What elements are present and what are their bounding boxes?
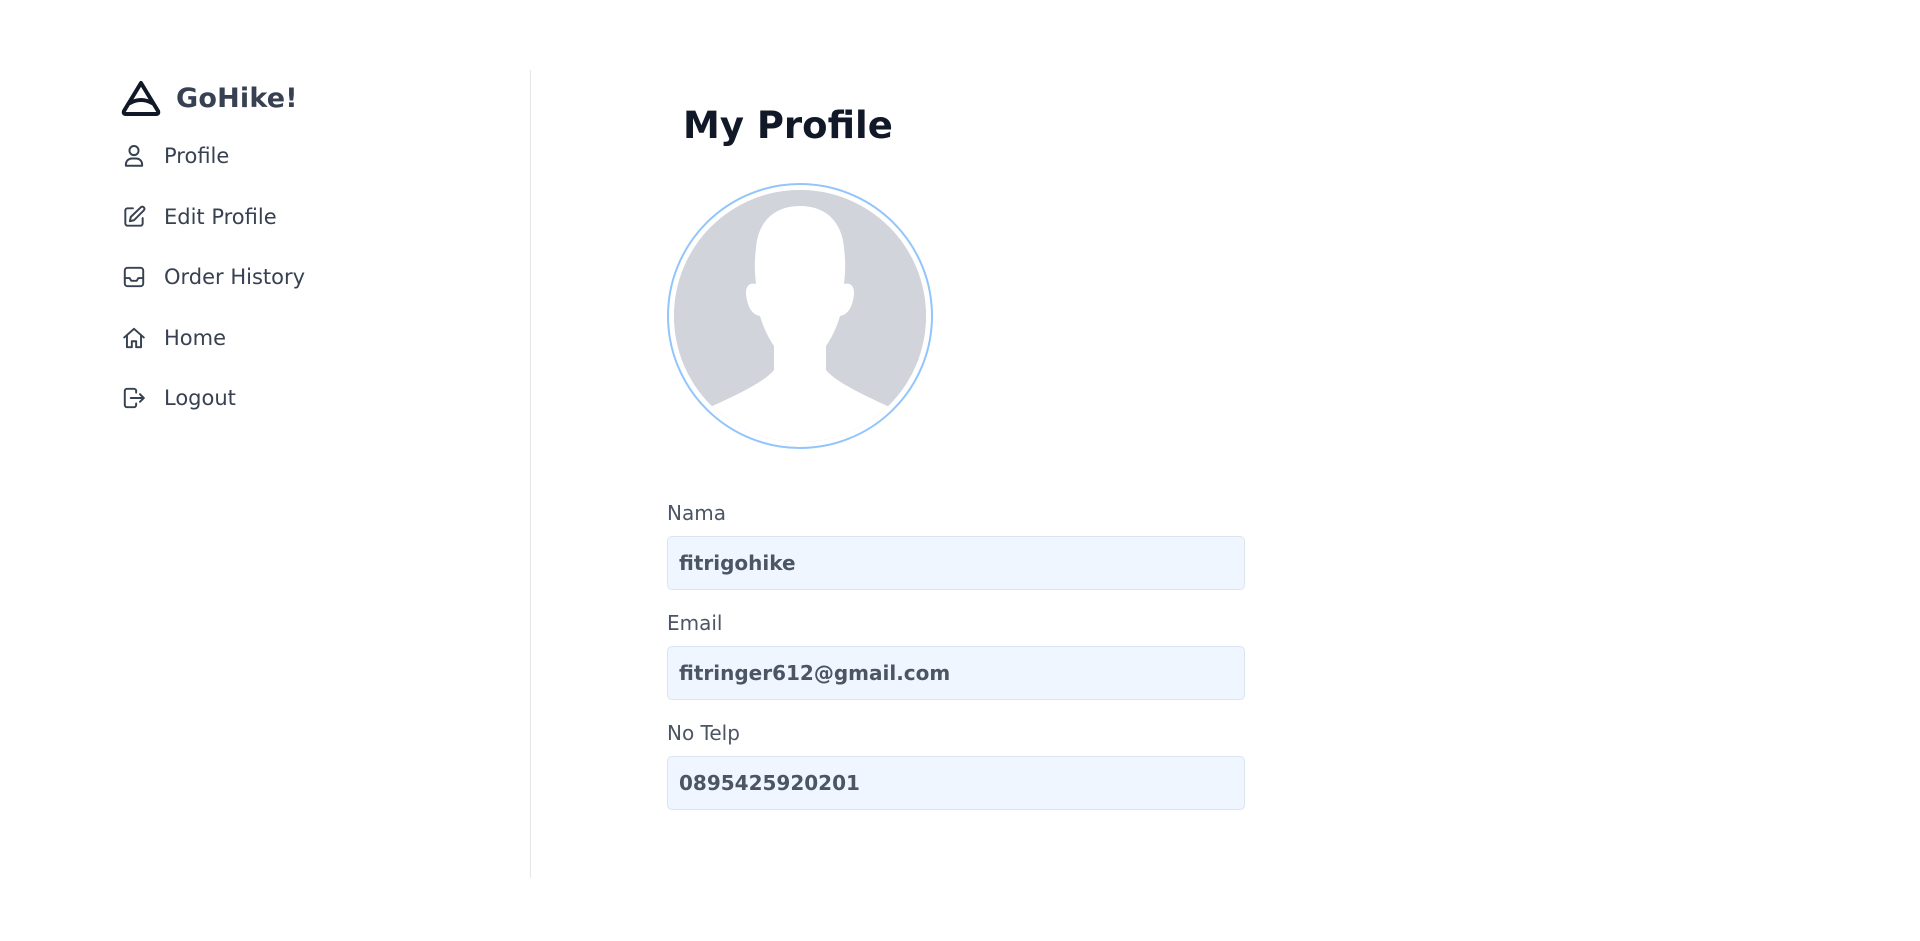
nama-label: Nama [667,501,726,525]
sidebar-item-home[interactable]: Home [120,318,520,358]
brand[interactable]: GoHike! [120,70,520,126]
sidebar-item-logout[interactable]: Logout [120,378,520,418]
inbox-icon [120,263,148,291]
no-telp-label: No Telp [667,721,740,745]
field-no-telp: No Telp [667,720,1247,810]
email-label: Email [667,611,723,635]
profile-page: GoHike! Profile Edit Profile Order Histo… [0,0,1920,941]
phone-field[interactable] [667,756,1245,810]
sidebar-item-label: Profile [164,144,230,168]
sidebar-item-order-history[interactable]: Order History [120,257,520,297]
sidebar-item-label: Order History [164,265,306,289]
sidebar-item-profile[interactable]: Profile [120,136,520,176]
sidebar-item-label: Edit Profile [164,204,277,229]
sidebar-item-label: Home [164,325,227,350]
sidebar-item-label: Logout [164,386,236,410]
field-nama: Nama [667,500,1247,590]
brand-name: GoHike! [176,82,298,114]
sidebar-item-edit-profile[interactable]: Edit Profile [120,197,520,237]
sidebar: GoHike! Profile Edit Profile Order Histo… [120,70,520,439]
vertical-divider [530,70,531,878]
page-title: My Profile [683,104,893,147]
user-icon [120,142,148,170]
field-email: Email [667,610,1247,700]
triangle-logo-icon [120,78,162,118]
email-field[interactable] [667,646,1245,700]
profile-form: Nama Email No Telp [667,500,1247,830]
nama-field[interactable] [667,536,1245,590]
avatar [667,183,933,449]
edit-icon [120,203,148,231]
default-avatar-icon [674,190,926,442]
logout-icon [120,384,148,412]
home-icon [120,324,148,352]
sidebar-nav: Profile Edit Profile Order History Home … [120,136,520,418]
